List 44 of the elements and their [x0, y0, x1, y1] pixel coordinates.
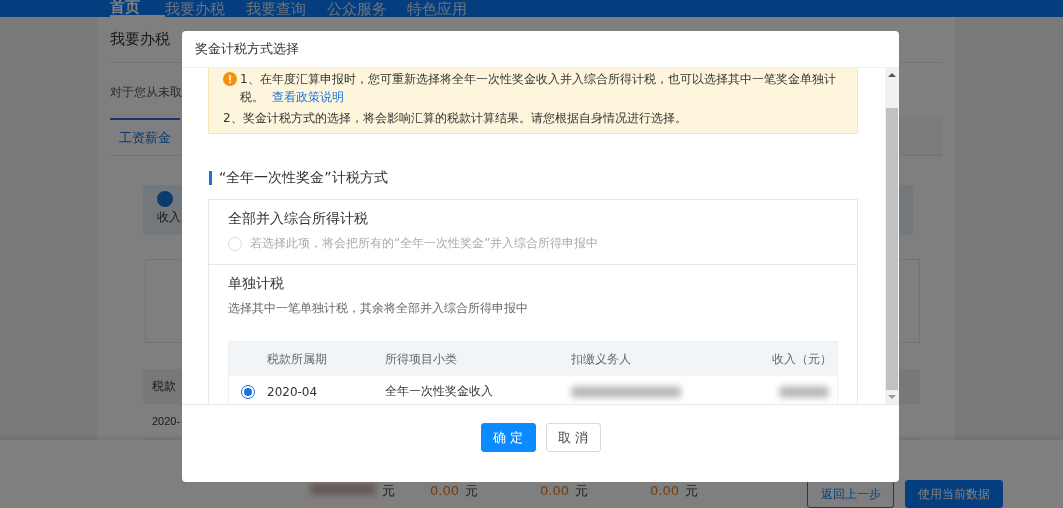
use-data-button[interactable]: 使用当前数据 [905, 480, 1003, 508]
nav-tab[interactable]: 我要办税 [165, 1, 225, 17]
option-description: 若选择此项，将会把所有的“全年一次性奖金”并入综合所得申报中 [250, 235, 599, 252]
nav-tab[interactable]: 我要查询 [246, 1, 306, 17]
column-header: 税款所属期 [267, 350, 328, 368]
column-header: 税款 [152, 378, 176, 395]
unit-label: 元 [382, 482, 395, 500]
info-text: 收入 [157, 209, 181, 226]
table-cell: 2020- [152, 415, 181, 427]
amount-value: 0.00 [650, 483, 679, 498]
blurred-text [779, 385, 829, 398]
warning-icon [223, 72, 237, 86]
confirm-button[interactable]: 确 定 [480, 423, 536, 452]
unit-label: 元 [574, 482, 588, 500]
tab[interactable]: 工资薪金 [110, 118, 180, 155]
option-description: 选择其中一笔单独计税，其余将全部并入综合所得申报中 [228, 300, 529, 317]
section-marker [209, 171, 212, 185]
breadcrumb[interactable]: 我要办税 [110, 30, 170, 49]
table-cell-text: 全年一次性奖金收入 [385, 383, 494, 400]
unit-label: 元 [684, 482, 698, 500]
cancel-button[interactable]: 取 消 [545, 423, 601, 452]
nav-tab[interactable]: 首页 [110, 0, 140, 15]
unit-label: 元 [464, 482, 478, 500]
blurred-amount [310, 483, 376, 495]
dialog-title: 奖金计税方式选择 [195, 40, 299, 58]
info-icon [157, 191, 173, 207]
back-button[interactable]: 返回上一步 [807, 480, 894, 508]
notice-text: 1、在年度汇算申报时，您可重新选择将全年一次性奖金收入并入综合所得计税，也可以选择其中一笔奖金单独计税。 查看政策说明 [240, 71, 837, 106]
option-title: 单独计税 [228, 275, 285, 293]
nav-tab[interactable]: 特色应用 [407, 1, 467, 17]
column-header: 收入（元） [771, 350, 833, 368]
radio-button[interactable] [241, 384, 255, 399]
column-header: 扣缴义务人 [571, 350, 632, 368]
amount-value: 0.00 [430, 483, 459, 498]
column-header: 所得项目小类 [385, 350, 458, 368]
notice-text: 2、奖金计税方式的选择，将会影响汇算的税款计算结果。请您根据自身情况进行选择。 [223, 110, 688, 127]
intro-text: 对于您从未取 [110, 84, 182, 101]
table-cell-text: 2020-04 [267, 384, 319, 399]
nav-tab[interactable]: 公众服务 [327, 1, 387, 17]
scrollbar[interactable] [885, 68, 899, 404]
option-title: 全部并入综合所得计税 [228, 210, 369, 228]
amount-value: 0.00 [540, 483, 569, 498]
section-title: “全年一次性奖金”计税方式 [219, 169, 388, 187]
policy-link[interactable]: 查看政策说明 [272, 90, 344, 104]
